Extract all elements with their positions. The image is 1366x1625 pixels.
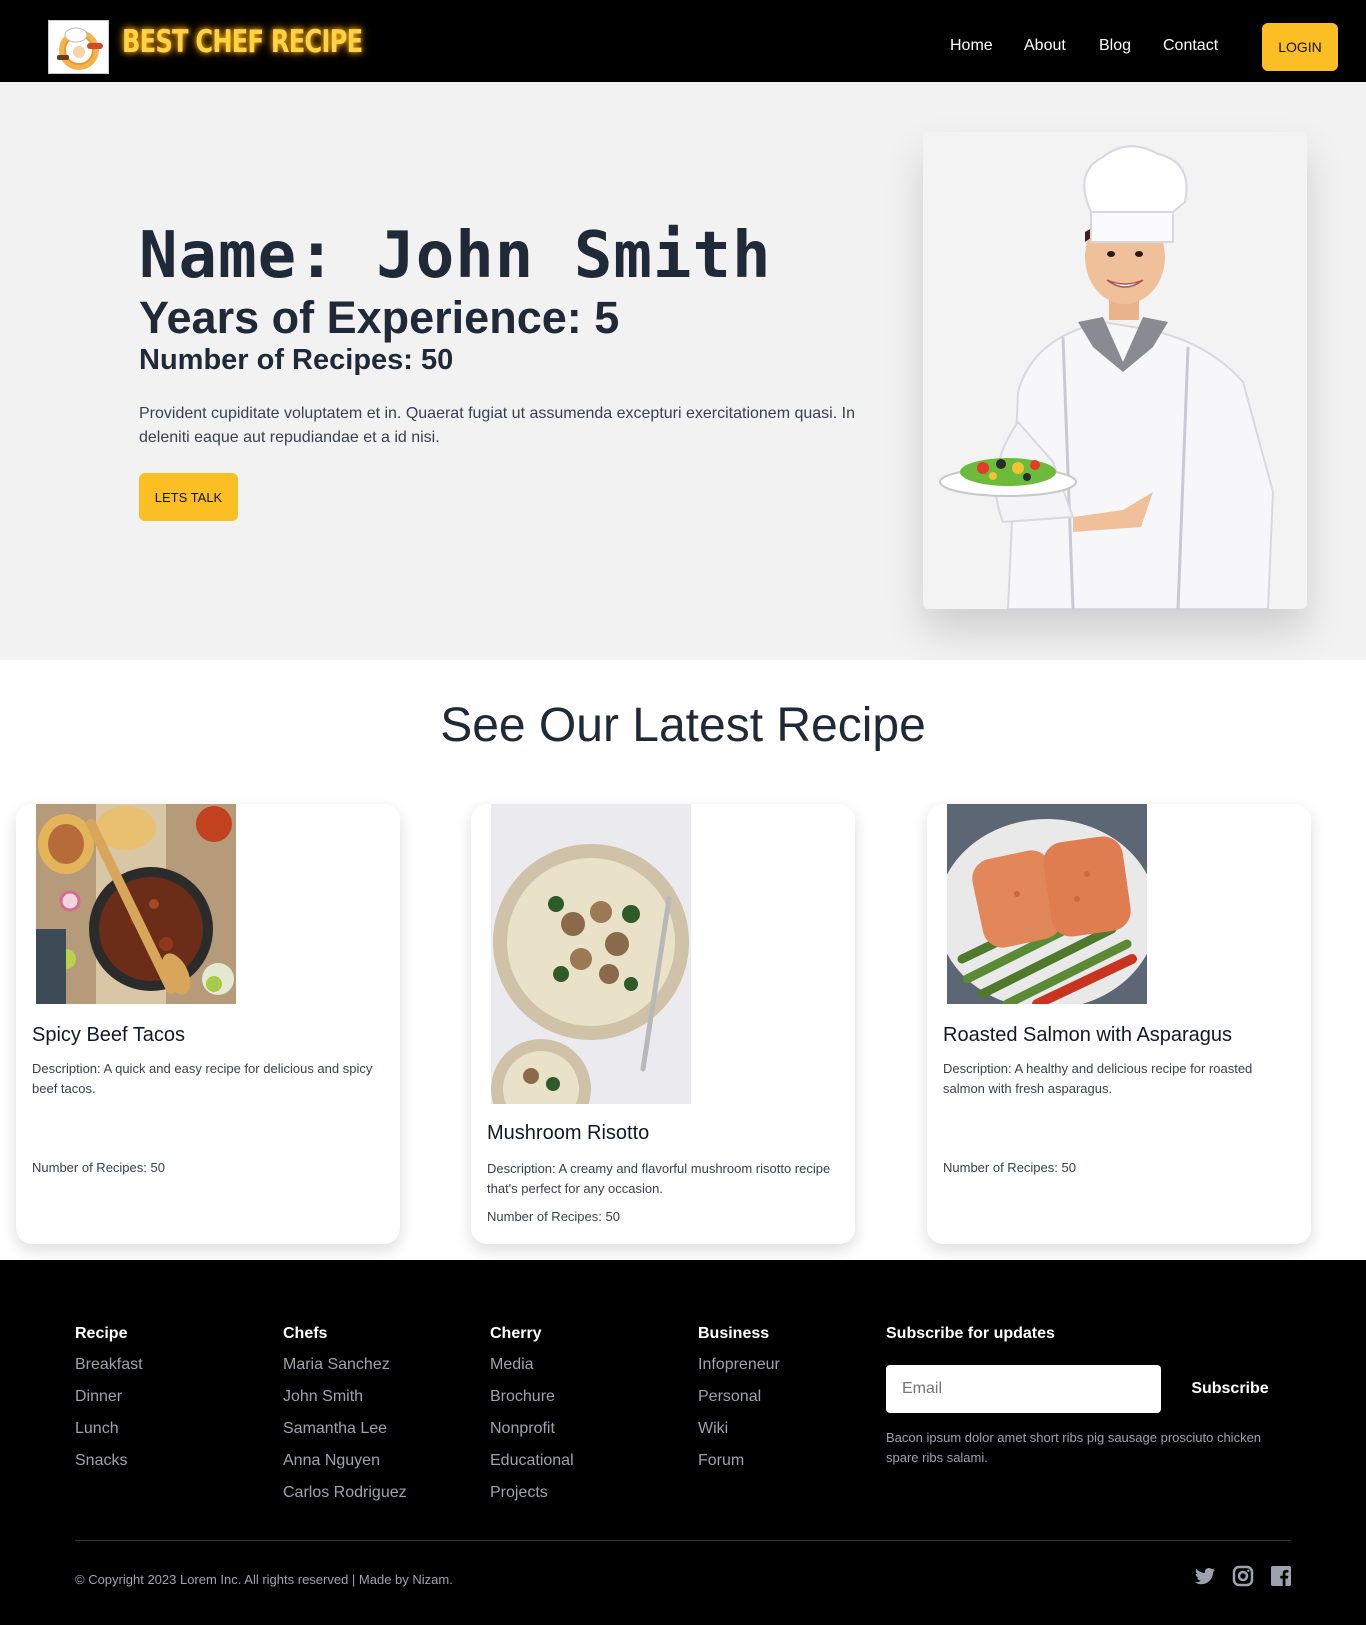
footer-column-business: Business Infopreneur Personal Wiki Forum [698, 1325, 780, 1483]
footer-link[interactable]: Wiki [698, 1419, 780, 1439]
chef-logo-image[interactable] [48, 20, 109, 74]
email-input[interactable] [886, 1365, 1161, 1413]
nav-blog-link[interactable]: Blog [1099, 37, 1131, 55]
hero-description: Provident cupiditate voluptatem et in. Q… [139, 405, 855, 446]
mushroom-risotto-image [491, 804, 691, 1104]
footer-subscribe: Subscribe for updates [886, 1325, 1055, 1355]
footer-link[interactable]: Infopreneur [698, 1355, 780, 1375]
nav-home-link[interactable]: Home [950, 37, 993, 55]
footer-link[interactable]: Carlos Rodriguez [283, 1483, 407, 1503]
lets-talk-button[interactable]: LETS TALK [139, 473, 238, 521]
recipe-card-count: Number of Recipes: 50 [32, 1160, 165, 1175]
twitter-icon[interactable] [1193, 1564, 1217, 1588]
recipe-card-title[interactable]: Mushroom Risotto [487, 1122, 649, 1145]
navbar: BEST CHEF RECIPE Home About Blog Contact… [0, 0, 1366, 82]
recipe-card[interactable]: Mushroom Risotto Description: A creamy a… [471, 804, 855, 1244]
recipe-card-count: Number of Recipes: 50 [487, 1209, 620, 1224]
chef-name: Name: John Smith [139, 219, 772, 293]
footer-link[interactable]: Forum [698, 1451, 780, 1471]
subscribe-button[interactable]: Subscribe [1178, 1365, 1282, 1413]
nav-contact-link[interactable]: Contact [1163, 37, 1218, 55]
footer-column-recipe: Recipe Breakfast Dinner Lunch Snacks [75, 1325, 143, 1483]
hero-section: Name: John Smith Years of Experience: 5 … [0, 82, 1366, 660]
recipe-card[interactable]: Roasted Salmon with Asparagus Descriptio… [927, 804, 1311, 1244]
footer-link[interactable]: Educational [490, 1451, 574, 1471]
chef-photo [923, 132, 1307, 609]
facebook-icon[interactable] [1269, 1564, 1293, 1588]
recipe-card[interactable]: Spicy Beef Tacos Description: A quick an… [16, 804, 400, 1244]
footer-link[interactable]: Samantha Lee [283, 1419, 407, 1439]
footer-link[interactable]: Projects [490, 1483, 574, 1503]
subscribe-description: Bacon ipsum dolor amet short ribs pig sa… [886, 1430, 1262, 1465]
recipe-card-count: Number of Recipes: 50 [943, 1160, 1076, 1175]
recipe-card-title[interactable]: Spicy Beef Tacos [32, 1024, 185, 1047]
footer-link[interactable]: Nonprofit [490, 1419, 574, 1439]
recipe-card-description: Description: A creamy and flavorful mush… [487, 1161, 831, 1196]
footer-link[interactable]: John Smith [283, 1387, 407, 1407]
footer: Recipe Breakfast Dinner Lunch Snacks Che… [0, 1260, 1366, 1625]
footer-divider [75, 1540, 1291, 1541]
login-button[interactable]: LOGIN [1262, 23, 1338, 71]
brand-title: BEST CHEF RECIPE [122, 24, 363, 60]
footer-link[interactable]: Personal [698, 1387, 780, 1407]
footer-link[interactable]: Lunch [75, 1419, 143, 1439]
footer-link[interactable]: Dinner [75, 1387, 143, 1407]
roasted-salmon-image [947, 804, 1147, 1004]
nav-about-link[interactable]: About [1024, 37, 1066, 55]
footer-column-cherry: Cherry Media Brochure Nonprofit Educatio… [490, 1325, 574, 1515]
footer-heading: Cherry [490, 1325, 542, 1342]
recipes-section-title: See Our Latest Recipe [440, 699, 926, 752]
recipe-card-title[interactable]: Roasted Salmon with Asparagus [943, 1024, 1232, 1047]
footer-heading: Business [698, 1325, 770, 1342]
chef-experience: Years of Experience: 5 [139, 292, 620, 343]
footer-link[interactable]: Breakfast [75, 1355, 143, 1375]
footer-link[interactable]: Anna Nguyen [283, 1451, 407, 1471]
recipe-card-description: Description: A healthy and delicious rec… [943, 1061, 1253, 1096]
footer-link[interactable]: Brochure [490, 1387, 574, 1407]
footer-column-chefs: Chefs Maria Sanchez John Smith Samantha … [283, 1325, 407, 1515]
footer-heading: Chefs [283, 1325, 328, 1342]
copyright-text: © Copyright 2023 Lorem Inc. All rights r… [75, 1572, 453, 1587]
footer-link[interactable]: Snacks [75, 1451, 143, 1471]
subscribe-heading: Subscribe for updates [886, 1325, 1055, 1342]
footer-link[interactable]: Media [490, 1355, 574, 1375]
beef-tacos-image [36, 804, 236, 1004]
recipe-card-description: Description: A quick and easy recipe for… [32, 1061, 373, 1096]
footer-heading: Recipe [75, 1325, 128, 1342]
footer-link[interactable]: Maria Sanchez [283, 1355, 407, 1375]
chef-recipe-count: Number of Recipes: 50 [139, 344, 454, 376]
instagram-icon[interactable] [1231, 1564, 1255, 1588]
